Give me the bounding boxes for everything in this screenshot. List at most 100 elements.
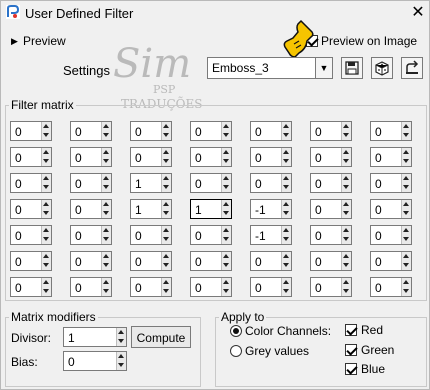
- spinner-arrows-icon[interactable]: [101, 148, 111, 166]
- save-preset-button[interactable]: [341, 57, 363, 79]
- green-channel-checkbox[interactable]: [345, 344, 357, 356]
- spinner-arrows-icon[interactable]: [161, 278, 171, 296]
- spinner-arrows-icon[interactable]: [281, 148, 291, 166]
- blue-channel-label[interactable]: Blue: [361, 362, 385, 376]
- matrix-cell[interactable]: 0: [250, 277, 292, 297]
- matrix-cell[interactable]: 0: [130, 225, 172, 245]
- spinner-arrows-icon[interactable]: [101, 278, 111, 296]
- spinner-arrows-icon[interactable]: [221, 148, 231, 166]
- spinner-arrows-icon[interactable]: [281, 174, 291, 192]
- matrix-cell[interactable]: 0: [310, 251, 352, 271]
- spinner-arrows-icon[interactable]: [101, 122, 111, 140]
- spinner-arrows-icon[interactable]: [161, 200, 171, 218]
- matrix-cell[interactable]: 0: [70, 199, 112, 219]
- matrix-cell[interactable]: 0: [10, 277, 52, 297]
- blue-channel-checkbox[interactable]: [345, 363, 357, 375]
- spinner-arrows-icon[interactable]: [341, 200, 351, 218]
- spinner-arrows-icon[interactable]: [281, 200, 291, 218]
- spinner-arrows-icon[interactable]: [161, 122, 171, 140]
- matrix-cell[interactable]: 0: [10, 173, 52, 193]
- spinner-arrows-icon[interactable]: [41, 174, 51, 192]
- spinner-arrows-icon[interactable]: [101, 200, 111, 218]
- matrix-cell[interactable]: 0: [310, 277, 352, 297]
- matrix-cell[interactable]: 0: [10, 147, 52, 167]
- spinner-arrows-icon[interactable]: [116, 352, 126, 370]
- spinner-arrows-icon[interactable]: [341, 252, 351, 270]
- matrix-cell[interactable]: 0: [10, 199, 52, 219]
- matrix-cell[interactable]: 0: [130, 121, 172, 141]
- matrix-cell[interactable]: 0: [190, 225, 232, 245]
- matrix-cell[interactable]: 0: [310, 199, 352, 219]
- spinner-arrows-icon[interactable]: [341, 122, 351, 140]
- matrix-cell[interactable]: 0: [70, 251, 112, 271]
- matrix-cell[interactable]: 0: [70, 225, 112, 245]
- spinner-arrows-icon[interactable]: [101, 252, 111, 270]
- spinner-arrows-icon[interactable]: [101, 226, 111, 244]
- red-channel-label[interactable]: Red: [361, 323, 383, 337]
- spinner-arrows-icon[interactable]: [161, 174, 171, 192]
- matrix-cell[interactable]: 0: [190, 121, 232, 141]
- randomize-button[interactable]: [371, 57, 393, 79]
- grey-values-radio[interactable]: [230, 345, 242, 357]
- red-channel-checkbox[interactable]: [345, 324, 357, 336]
- spinner-arrows-icon[interactable]: [281, 278, 291, 296]
- matrix-cell[interactable]: 0: [310, 147, 352, 167]
- spinner-arrows-icon[interactable]: [401, 226, 411, 244]
- spinner-arrows-icon[interactable]: [41, 122, 51, 140]
- matrix-cell[interactable]: 1: [130, 199, 172, 219]
- matrix-cell[interactable]: 0: [310, 121, 352, 141]
- matrix-cell[interactable]: 0: [370, 147, 412, 167]
- preview-toggle-arrow-icon[interactable]: ▶: [11, 36, 18, 47]
- matrix-cell[interactable]: 0: [370, 277, 412, 297]
- matrix-cell[interactable]: 0: [250, 251, 292, 271]
- spinner-arrows-icon[interactable]: [401, 200, 411, 218]
- color-channels-radio[interactable]: [230, 325, 242, 337]
- spinner-arrows-icon[interactable]: [401, 252, 411, 270]
- spinner-arrows-icon[interactable]: [101, 174, 111, 192]
- matrix-cell[interactable]: 0: [310, 173, 352, 193]
- compute-button[interactable]: Compute: [131, 326, 191, 348]
- matrix-cell[interactable]: 0: [250, 121, 292, 141]
- matrix-cell[interactable]: 0: [70, 277, 112, 297]
- matrix-cell[interactable]: 0: [190, 277, 232, 297]
- spinner-arrows-icon[interactable]: [281, 252, 291, 270]
- matrix-cell[interactable]: 0: [10, 121, 52, 141]
- matrix-cell[interactable]: 0: [130, 147, 172, 167]
- matrix-cell[interactable]: 0: [70, 121, 112, 141]
- matrix-cell[interactable]: 0: [370, 225, 412, 245]
- chevron-down-icon[interactable]: ▼: [315, 58, 332, 78]
- matrix-cell[interactable]: 0: [250, 147, 292, 167]
- spinner-arrows-icon[interactable]: [401, 122, 411, 140]
- spinner-arrows-icon[interactable]: [221, 174, 231, 192]
- matrix-cell[interactable]: 0: [130, 251, 172, 271]
- reset-button[interactable]: [401, 57, 423, 79]
- matrix-cell[interactable]: -1: [250, 199, 292, 219]
- matrix-cell[interactable]: 0: [370, 121, 412, 141]
- matrix-cell[interactable]: 0: [310, 225, 352, 245]
- spinner-arrows-icon[interactable]: [161, 148, 171, 166]
- matrix-cell[interactable]: 0: [370, 173, 412, 193]
- matrix-cell[interactable]: 1: [130, 173, 172, 193]
- matrix-cell[interactable]: 0: [190, 173, 232, 193]
- matrix-cell[interactable]: 0: [130, 277, 172, 297]
- spinner-arrows-icon[interactable]: [401, 174, 411, 192]
- preview-on-image-label[interactable]: Preview on Image: [321, 34, 417, 48]
- grey-values-label[interactable]: Grey values: [245, 344, 309, 358]
- matrix-cell[interactable]: 0: [370, 251, 412, 271]
- spinner-arrows-icon[interactable]: [401, 148, 411, 166]
- close-button[interactable]: ✕: [406, 2, 430, 24]
- matrix-cell[interactable]: 0: [10, 225, 52, 245]
- spinner-arrows-icon[interactable]: [221, 252, 231, 270]
- spinner-arrows-icon[interactable]: [281, 122, 291, 140]
- spinner-arrows-icon[interactable]: [221, 278, 231, 296]
- matrix-cell[interactable]: 0: [370, 199, 412, 219]
- preview-label[interactable]: Preview: [23, 34, 66, 48]
- spinner-arrows-icon[interactable]: [281, 226, 291, 244]
- spinner-arrows-icon[interactable]: [221, 226, 231, 244]
- spinner-arrows-icon[interactable]: [116, 328, 126, 346]
- matrix-cell[interactable]: 0: [10, 251, 52, 271]
- spinner-arrows-icon[interactable]: [341, 226, 351, 244]
- spinner-arrows-icon[interactable]: [221, 122, 231, 140]
- matrix-cell[interactable]: 0: [70, 147, 112, 167]
- bias-spinner[interactable]: 0: [63, 351, 127, 371]
